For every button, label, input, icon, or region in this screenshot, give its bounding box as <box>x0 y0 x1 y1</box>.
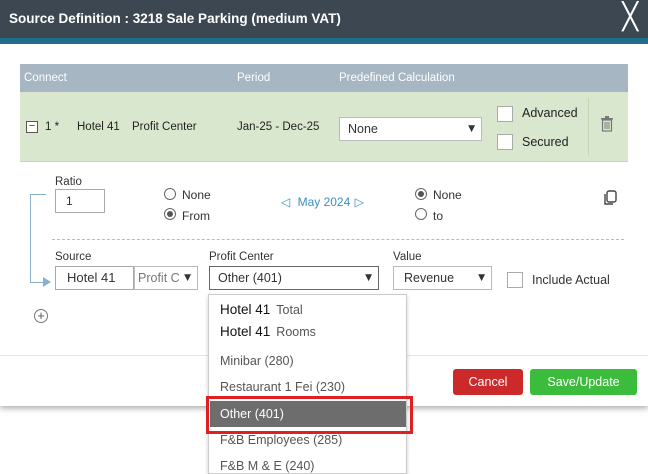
grid-header: Connect Period Predefined Calculation <box>20 64 628 92</box>
dropdown-option[interactable]: Hotel 41 Rooms <box>220 324 316 339</box>
option-hotel: Hotel 41 <box>220 302 271 317</box>
collapse-icon[interactable]: − <box>26 121 38 133</box>
ratio-from-radio[interactable] <box>164 208 176 220</box>
profit-center-dropdown-list: Hotel 41 Total Hotel 41 Rooms Minibar (280… <box>208 294 407 474</box>
option-sub: Rooms <box>276 325 316 339</box>
add-source-icon[interactable]: + <box>34 309 48 323</box>
advanced-label: Advanced <box>522 106 578 120</box>
chevron-down-icon: ▼ <box>478 273 485 283</box>
include-actual-label: Include Actual <box>532 273 610 287</box>
close-icon[interactable]: ╳ <box>622 4 638 30</box>
source-row: − 1 * Hotel 41 Profit Center Jan-25 - De… <box>20 92 628 162</box>
section-divider <box>52 239 624 240</box>
row-hotel: Hotel 41 <box>77 121 120 133</box>
dropdown-option[interactable]: F&B Employees (285) <box>220 433 342 447</box>
profit-center-select[interactable]: Other (401) ▼ <box>209 266 379 290</box>
value-value: Revenue <box>404 271 455 285</box>
ratio-label: Ratio <box>55 176 82 188</box>
tree-arrow-icon <box>43 277 51 287</box>
accent-bar <box>0 38 648 44</box>
row-period: Jan-25 - Dec-25 <box>237 121 320 133</box>
source-hotel-input[interactable]: Hotel 41 <box>55 266 134 290</box>
secured-checkbox[interactable] <box>497 134 513 150</box>
next-period-icon[interactable]: ▷ <box>355 195 364 209</box>
include-actual-checkbox[interactable] <box>507 272 523 288</box>
tree-connector <box>30 194 31 282</box>
target-to-radio[interactable] <box>415 208 427 220</box>
value-select[interactable]: Revenue ▼ <box>393 266 492 290</box>
dropdown-option[interactable]: Minibar (280) <box>220 354 294 368</box>
row-number: 1 * <box>45 121 60 133</box>
value-label: Value <box>393 251 422 263</box>
copy-icon[interactable] <box>603 190 617 206</box>
source-label: Source <box>55 251 92 263</box>
prev-period-icon[interactable]: ◁ <box>281 195 290 209</box>
row-divider <box>588 98 589 156</box>
selection-highlight-box <box>206 396 413 434</box>
row-center: Profit Center <box>132 121 197 133</box>
period-navigator: ◁ May 2024 ▷ <box>281 195 364 209</box>
predefined-calculation-value: None <box>348 122 378 136</box>
header-predefined-calculation: Predefined Calculation <box>339 72 455 84</box>
trash-icon[interactable] <box>600 116 614 132</box>
target-none-radio[interactable] <box>415 188 427 200</box>
ratio-none-label: None <box>182 188 211 202</box>
cancel-button[interactable]: Cancel <box>453 369 523 395</box>
option-sub: Total <box>276 303 303 317</box>
ratio-input[interactable]: 1 <box>55 189 105 213</box>
header-period: Period <box>237 72 271 84</box>
chevron-down-icon: ▼ <box>468 124 475 134</box>
tree-connector-bottom <box>30 282 44 283</box>
period-label: May 2024 <box>297 195 351 209</box>
tree-connector-top <box>30 194 46 195</box>
dropdown-option[interactable]: Hotel 41 Total <box>220 302 303 317</box>
dialog-title: Source Definition : 3218 Sale Parking (m… <box>9 11 341 26</box>
secured-label: Secured <box>522 135 569 149</box>
profit-center-label: Profit Center <box>209 251 274 263</box>
save-update-button[interactable]: Save/Update <box>530 369 637 395</box>
target-to-label: to <box>433 209 444 223</box>
ratio-from-label: From <box>182 209 210 223</box>
source-type-select[interactable]: Profit C ▼ <box>134 266 198 290</box>
target-none-label: None <box>433 188 462 202</box>
dropdown-option[interactable]: F&B M & E (240) <box>220 459 314 473</box>
source-type-value: Profit C <box>138 271 180 285</box>
predefined-calculation-select[interactable]: None ▼ <box>339 117 482 141</box>
chevron-down-icon: ▼ <box>365 273 372 283</box>
dropdown-option[interactable]: Restaurant 1 Fei (230) <box>220 380 345 394</box>
header-connect: Connect <box>24 72 67 84</box>
advanced-checkbox[interactable] <box>497 106 513 122</box>
chevron-down-icon: ▼ <box>184 273 191 283</box>
ratio-none-radio[interactable] <box>164 188 176 200</box>
dialog-titlebar: Source Definition : 3218 Sale Parking (m… <box>0 0 648 38</box>
option-hotel: Hotel 41 <box>220 324 271 339</box>
profit-center-value: Other (401) <box>218 271 282 285</box>
